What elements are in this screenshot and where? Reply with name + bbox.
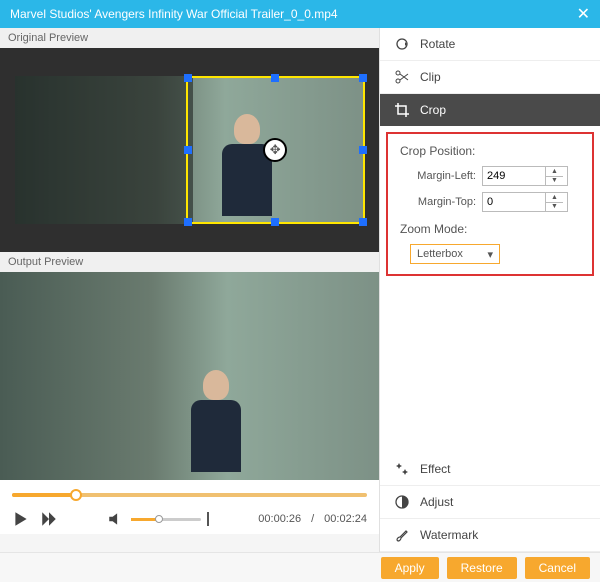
output-video-frame — [0, 272, 379, 480]
crop-position-title: Crop Position: — [400, 144, 580, 158]
apply-button[interactable]: Apply — [381, 557, 439, 579]
seek-bar[interactable] — [12, 486, 367, 504]
menu-label: Watermark — [420, 528, 478, 542]
close-icon[interactable]: ✕ — [577, 4, 590, 24]
menu-label: Clip — [420, 70, 441, 84]
crop-handle-bl[interactable] — [184, 218, 192, 226]
volume-slider[interactable] — [131, 518, 201, 521]
crop-handle-br[interactable] — [359, 218, 367, 226]
crop-handle-bm[interactable] — [271, 218, 279, 226]
chevron-down-icon: ▾ — [487, 248, 493, 261]
crop-handle-ml[interactable] — [184, 146, 192, 154]
margin-top-label: Margin-Top: — [410, 196, 476, 208]
menu-adjust[interactable]: Adjust — [380, 486, 600, 519]
zoom-mode-select[interactable]: Letterbox ▾ — [410, 244, 500, 264]
controls-row: 00:00:26 / 00:02:24 — [12, 510, 367, 528]
seek-fill — [12, 493, 76, 497]
crop-handle-tm[interactable] — [271, 74, 279, 82]
margin-top-row: Margin-Top: ▲▼ — [400, 192, 580, 212]
margin-left-spinner: ▲▼ — [545, 167, 563, 185]
volume-control — [107, 510, 209, 528]
sparkle-icon — [394, 461, 410, 477]
margin-left-field[interactable] — [483, 167, 545, 185]
titlebar: Marvel Studios' Avengers Infinity War Of… — [0, 0, 600, 28]
play-button[interactable] — [12, 510, 30, 528]
menu-label: Rotate — [420, 37, 455, 51]
menu-clip[interactable]: Clip — [380, 61, 600, 94]
main-area: Original Preview ✥ Output Preview — [0, 28, 600, 552]
time-sep: / — [311, 513, 314, 525]
next-frame-button[interactable] — [40, 510, 58, 528]
output-preview-label: Output Preview — [0, 252, 379, 272]
menu-label: Effect — [420, 462, 450, 476]
contrast-icon — [394, 494, 410, 510]
margin-top-field[interactable] — [483, 193, 545, 211]
output-preview — [0, 272, 379, 480]
margin-top-spinner: ▲▼ — [545, 193, 563, 211]
spin-down[interactable]: ▼ — [546, 177, 563, 186]
rotate-icon — [394, 36, 410, 52]
crop-dim-overlay — [15, 76, 194, 224]
time-total: 00:02:24 — [324, 513, 367, 525]
crop-handle-tr[interactable] — [359, 74, 367, 82]
margin-left-row: Margin-Left: ▲▼ — [400, 166, 580, 186]
crop-options: Crop Position: Margin-Left: ▲▼ Margin-To… — [386, 132, 594, 276]
window-title: Marvel Studios' Avengers Infinity War Of… — [10, 7, 577, 21]
original-video-frame: ✥ — [15, 76, 365, 224]
menu-watermark[interactable]: Watermark — [380, 519, 600, 552]
menu-label: Adjust — [420, 495, 453, 509]
zoom-mode-title: Zoom Mode: — [400, 222, 580, 236]
menu-effect[interactable]: Effect — [380, 453, 600, 486]
scissors-icon — [394, 69, 410, 85]
spin-up[interactable]: ▲ — [546, 167, 563, 177]
menu-crop[interactable]: Crop — [380, 94, 600, 126]
zoom-mode-value: Letterbox — [417, 248, 463, 260]
margin-left-label: Margin-Left: — [410, 170, 476, 182]
restore-button[interactable]: Restore — [447, 557, 517, 579]
original-preview[interactable]: ✥ — [0, 48, 379, 252]
volume-end-bar — [207, 512, 209, 526]
move-icon[interactable]: ✥ — [263, 138, 287, 162]
menu-rotate[interactable]: Rotate — [380, 28, 600, 61]
menu-label: Crop — [420, 103, 446, 117]
spin-down[interactable]: ▼ — [546, 203, 563, 212]
seek-track[interactable] — [12, 493, 367, 497]
crop-handle-tl[interactable] — [184, 74, 192, 82]
video-subject — [186, 370, 246, 480]
margin-top-input[interactable]: ▲▼ — [482, 192, 568, 212]
crop-handle-mr[interactable] — [359, 146, 367, 154]
time-current: 00:00:26 — [258, 513, 301, 525]
playback-controls: 00:00:26 / 00:02:24 — [0, 480, 379, 534]
spin-up[interactable]: ▲ — [546, 193, 563, 203]
crop-selection[interactable]: ✥ — [186, 76, 365, 224]
right-panel: Rotate Clip Crop Crop Position: Margin-L… — [380, 28, 600, 552]
volume-thumb[interactable] — [155, 515, 163, 523]
crop-icon — [394, 102, 410, 118]
seek-thumb[interactable] — [70, 489, 82, 501]
brush-icon — [394, 527, 410, 543]
left-panel: Original Preview ✥ Output Preview — [0, 28, 380, 552]
margin-left-input[interactable]: ▲▼ — [482, 166, 568, 186]
cancel-button[interactable]: Cancel — [525, 557, 590, 579]
volume-icon[interactable] — [107, 510, 125, 528]
original-preview-label: Original Preview — [0, 28, 379, 48]
footer: Apply Restore Cancel — [0, 552, 600, 582]
